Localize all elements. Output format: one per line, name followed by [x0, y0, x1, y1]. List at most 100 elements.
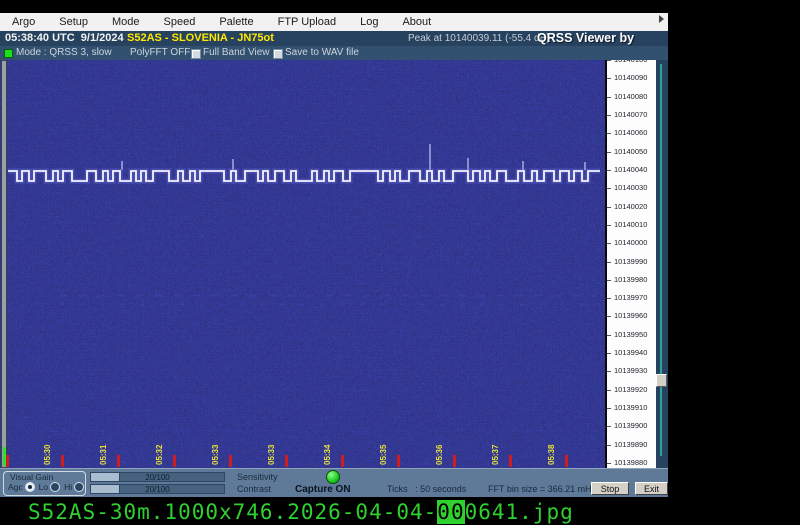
- freq-label: 10139890: [607, 441, 647, 449]
- menu-overflow-arrow-icon[interactable]: [659, 15, 664, 23]
- station-callsign: S52AS - SLOVENIA - JN75ot: [127, 32, 274, 44]
- menu-item-log[interactable]: Log: [348, 13, 390, 31]
- sensitivity-label: Sensitivity: [237, 472, 278, 482]
- menu-item-about[interactable]: About: [390, 13, 443, 31]
- stop-button[interactable]: Stop: [591, 482, 629, 495]
- time-tick-mark: [6, 455, 9, 467]
- peak-readout: Peak at 10140039.11 (-55.4 dB): [408, 33, 550, 44]
- frequency-scrollbar[interactable]: [656, 60, 668, 468]
- full-band-view-label[interactable]: Full Band View: [203, 47, 270, 58]
- freq-label: 10140060: [607, 129, 647, 137]
- utc-clock: 05:38:40 UTC 9/1/2024: [5, 32, 124, 44]
- time-tick-label: 05:30: [43, 435, 53, 465]
- freq-label: 10140080: [607, 93, 647, 101]
- time-tick-label: 05:34: [323, 435, 333, 465]
- waterfall-spectrogram: [0, 60, 605, 468]
- freq-label: 10139960: [607, 312, 647, 320]
- menu-item-setup[interactable]: Setup: [47, 13, 100, 31]
- freq-label: 10139920: [607, 386, 647, 394]
- freq-label: 10140030: [607, 184, 647, 192]
- time-tick-label: 05:36: [435, 435, 445, 465]
- scrollbar-track[interactable]: [660, 64, 662, 456]
- time-tick-mark: [285, 455, 288, 467]
- waterfall-display[interactable]: 05:30 05:31 05:32 05:33 05:33 05:34 05:35 05:36…: [0, 60, 605, 468]
- time-tick-label: 05:33: [267, 435, 277, 465]
- capture-led-icon: [326, 470, 340, 484]
- visual-gain-option-label[interactable]: Agc: [8, 482, 23, 492]
- mode-bar: Mode : QRSS 3, slow PolyFFT OFF Full Ban…: [0, 46, 668, 61]
- sensitivity-value: 20/100: [91, 473, 224, 482]
- time-tick-mark: [397, 455, 400, 467]
- time-tick-mark: [229, 455, 232, 467]
- visual-gain-radio-lo[interactable]: [50, 482, 60, 492]
- visual-gain-title: Visual Gain: [10, 472, 53, 482]
- time-tick-label: 05:37: [491, 435, 501, 465]
- freq-label: 10139950: [607, 331, 647, 339]
- contrast-value: 20/100: [91, 485, 224, 494]
- freq-label: 10140040: [607, 166, 647, 174]
- freq-label: 10139930: [607, 367, 647, 375]
- frequency-scale: 10140100 10140090 10140080 10140070 10140060…: [605, 60, 656, 468]
- audio-level-meter: [1, 60, 7, 468]
- visual-gain-radio-agc[interactable]: [25, 482, 35, 492]
- time-tick-mark: [509, 455, 512, 467]
- time-tick-mark: [61, 455, 64, 467]
- freq-label: 10139910: [607, 404, 647, 412]
- sensitivity-slider[interactable]: 20/100: [90, 472, 225, 482]
- filename-post: 0641.jpg: [465, 500, 574, 524]
- freq-label: 10139970: [607, 294, 647, 302]
- freq-label: 10140010: [607, 221, 647, 229]
- time-tick-label: 05:31: [99, 435, 109, 465]
- contrast-slider[interactable]: 20/100: [90, 484, 225, 494]
- visual-gain-option-label[interactable]: Hi: [64, 482, 72, 492]
- freq-label: 10139980: [607, 276, 647, 284]
- freq-label: 10139990: [607, 258, 647, 266]
- filename-highlight: 00: [437, 500, 464, 524]
- visual-gain-radios: Agc Lo Hi: [8, 482, 88, 492]
- mode-led-icon: [4, 49, 13, 58]
- freq-label: 10140000: [607, 239, 647, 247]
- freq-label: 10140090: [607, 74, 647, 82]
- freq-label: 10139940: [607, 349, 647, 357]
- fft-bin-info: FFT bin size = 366.21 mHz: [488, 484, 596, 494]
- time-tick-label: 05:32: [155, 435, 165, 465]
- freq-label: 10140020: [607, 203, 647, 211]
- time-tick-label: 05:35: [379, 435, 389, 465]
- menu-item-ftp-upload[interactable]: FTP Upload: [266, 13, 349, 31]
- freq-label: 10140050: [607, 148, 647, 156]
- control-panel: Visual Gain Agc Lo Hi 20/100 Sensitivity 2…: [0, 468, 668, 497]
- save-wav-label[interactable]: Save to WAV file: [285, 47, 359, 58]
- time-tick-mark: [173, 455, 176, 467]
- capture-status: Capture ON: [295, 484, 351, 495]
- exit-button[interactable]: Exit: [635, 482, 668, 495]
- menu-item-mode[interactable]: Mode: [100, 13, 152, 31]
- visual-gain-option-label[interactable]: Lo: [39, 482, 48, 492]
- time-tick-mark: [117, 455, 120, 467]
- visual-gain-radio-hi[interactable]: [74, 482, 84, 492]
- ticks-info: Ticks : 50 seconds: [387, 484, 466, 494]
- time-tick-label: 05:38: [547, 435, 557, 465]
- menu-item-palette[interactable]: Palette: [207, 13, 265, 31]
- filename-pre: S52AS-30m.1000x746.2026-04-04-: [28, 500, 437, 524]
- freq-label: 10139880: [607, 459, 647, 467]
- freq-label: 10140070: [607, 111, 647, 119]
- menu-item-argo[interactable]: Argo: [0, 13, 47, 31]
- contrast-label: Contrast: [237, 484, 271, 494]
- menu-item-speed[interactable]: Speed: [152, 13, 208, 31]
- freq-label: 10139900: [607, 422, 647, 430]
- menu-bar: ArgoSetupModeSpeedPaletteFTP UploadLogAb…: [0, 13, 668, 32]
- status-bar: 05:38:40 UTC 9/1/2024 S52AS - SLOVENIA -…: [0, 31, 668, 46]
- time-tick-mark: [453, 455, 456, 467]
- scrollbar-thumb[interactable]: [656, 374, 667, 387]
- saved-capture-filename: S52AS-30m.1000x746.2026-04-04-000641.jpg: [28, 500, 574, 524]
- visual-gain-group: Visual Gain Agc Lo Hi: [3, 471, 86, 496]
- mode-status: Mode : QRSS 3, slow: [16, 47, 112, 58]
- time-tick-label: 05:33: [211, 435, 221, 465]
- full-band-view-checkbox[interactable]: [191, 49, 201, 59]
- time-tick-mark: [341, 455, 344, 467]
- waterfall-noise: [0, 60, 605, 468]
- freq-label: 10140100: [607, 60, 647, 64]
- save-wav-checkbox[interactable]: [273, 49, 283, 59]
- polyfft-toggle[interactable]: PolyFFT OFF: [130, 47, 190, 58]
- time-tick-mark: [565, 455, 568, 467]
